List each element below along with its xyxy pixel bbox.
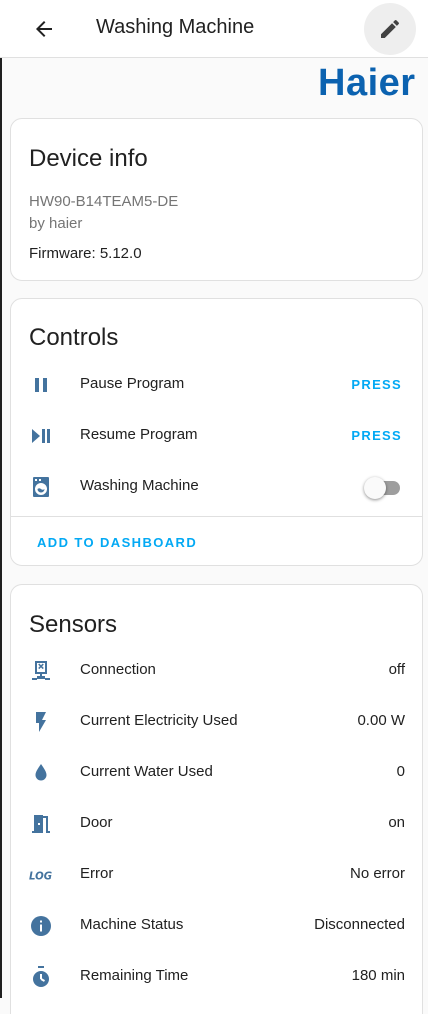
- resume-press-button[interactable]: PRESS: [351, 428, 402, 443]
- network-off-icon: [29, 659, 53, 683]
- svg-text:LOG: LOG: [29, 872, 52, 883]
- sensor-label: Door: [80, 814, 113, 831]
- water-drop-icon: [29, 761, 53, 785]
- sensor-row-electricity[interactable]: Current Electricity Used 0.00 W: [11, 702, 422, 742]
- sensor-value: on: [388, 814, 405, 831]
- pencil-icon: [381, 19, 400, 38]
- washing-machine-icon: [29, 475, 53, 499]
- sensors-card: Sensors Connection off Current Electrici…: [10, 584, 423, 1014]
- sensor-value: No error: [349, 865, 405, 882]
- sensor-label: Current Electricity Used: [80, 712, 238, 729]
- sensor-row-machine-status[interactable]: Machine Status Disconnected: [11, 906, 422, 946]
- control-row-pause: Pause Program PRESS: [11, 365, 422, 405]
- firmware-version: Firmware: 5.12.0: [29, 245, 142, 262]
- back-button[interactable]: [24, 9, 64, 49]
- haier-logo: Haier: [318, 62, 416, 104]
- card-divider: [11, 516, 422, 517]
- pause-icon: [29, 373, 53, 397]
- control-label: Pause Program: [80, 375, 185, 392]
- sensor-label: Connection: [80, 661, 156, 678]
- control-label: Washing Machine: [80, 477, 199, 494]
- device-model: HW90-B14TEAM5-DE: [29, 193, 179, 210]
- sensor-label: Error: [80, 865, 114, 882]
- window-edge: [0, 0, 2, 998]
- sensor-label: Current Water Used: [80, 763, 213, 780]
- door-open-icon: [29, 812, 53, 836]
- add-to-dashboard-button[interactable]: ADD TO DASHBOARD: [37, 535, 197, 550]
- sensor-row-error[interactable]: LOG Error No error: [11, 855, 422, 895]
- control-row-resume: Resume Program PRESS: [11, 416, 422, 456]
- page-title: Washing Machine: [96, 16, 255, 38]
- washing-machine-toggle[interactable]: [364, 477, 400, 499]
- arrow-left-icon: [36, 21, 52, 37]
- control-row-washing-machine: Washing Machine: [11, 467, 422, 507]
- sensor-row-connection[interactable]: Connection off: [11, 651, 422, 691]
- sensor-row-door[interactable]: Door on: [11, 804, 422, 844]
- sensor-row-remaining-time[interactable]: Remaining Time 180 min: [11, 957, 422, 997]
- card-title: Controls: [29, 324, 119, 351]
- sensor-label: Machine Status: [80, 916, 184, 933]
- timer-icon: [29, 965, 53, 989]
- control-label: Resume Program: [80, 426, 198, 443]
- top-app-bar: Washing Machine: [0, 0, 428, 58]
- card-title: Sensors: [29, 611, 118, 638]
- device-info-card: Device info HW90-B14TEAM5-DE by haier Fi…: [10, 118, 423, 281]
- controls-card: Controls Pause Program PRESS Resume Prog…: [10, 298, 423, 566]
- info-icon: [29, 914, 53, 938]
- sensor-value: off: [388, 661, 405, 678]
- sensor-row-water[interactable]: Current Water Used 0: [11, 753, 422, 793]
- toggle-knob: [364, 477, 386, 499]
- pause-press-button[interactable]: PRESS: [351, 377, 402, 392]
- flash-icon: [29, 710, 53, 734]
- edit-button[interactable]: [364, 3, 416, 55]
- sensor-value: Disconnected: [314, 916, 405, 933]
- sensor-value: 180 min: [351, 967, 405, 984]
- sensor-value: 0: [396, 763, 405, 780]
- sensor-label: Remaining Time: [80, 967, 189, 984]
- card-title: Device info: [29, 145, 148, 172]
- device-manufacturer: by haier: [29, 215, 83, 232]
- sensor-value: 0.00 W: [357, 712, 405, 729]
- log-icon: LOG: [29, 863, 53, 887]
- play-pause-icon: [29, 424, 53, 448]
